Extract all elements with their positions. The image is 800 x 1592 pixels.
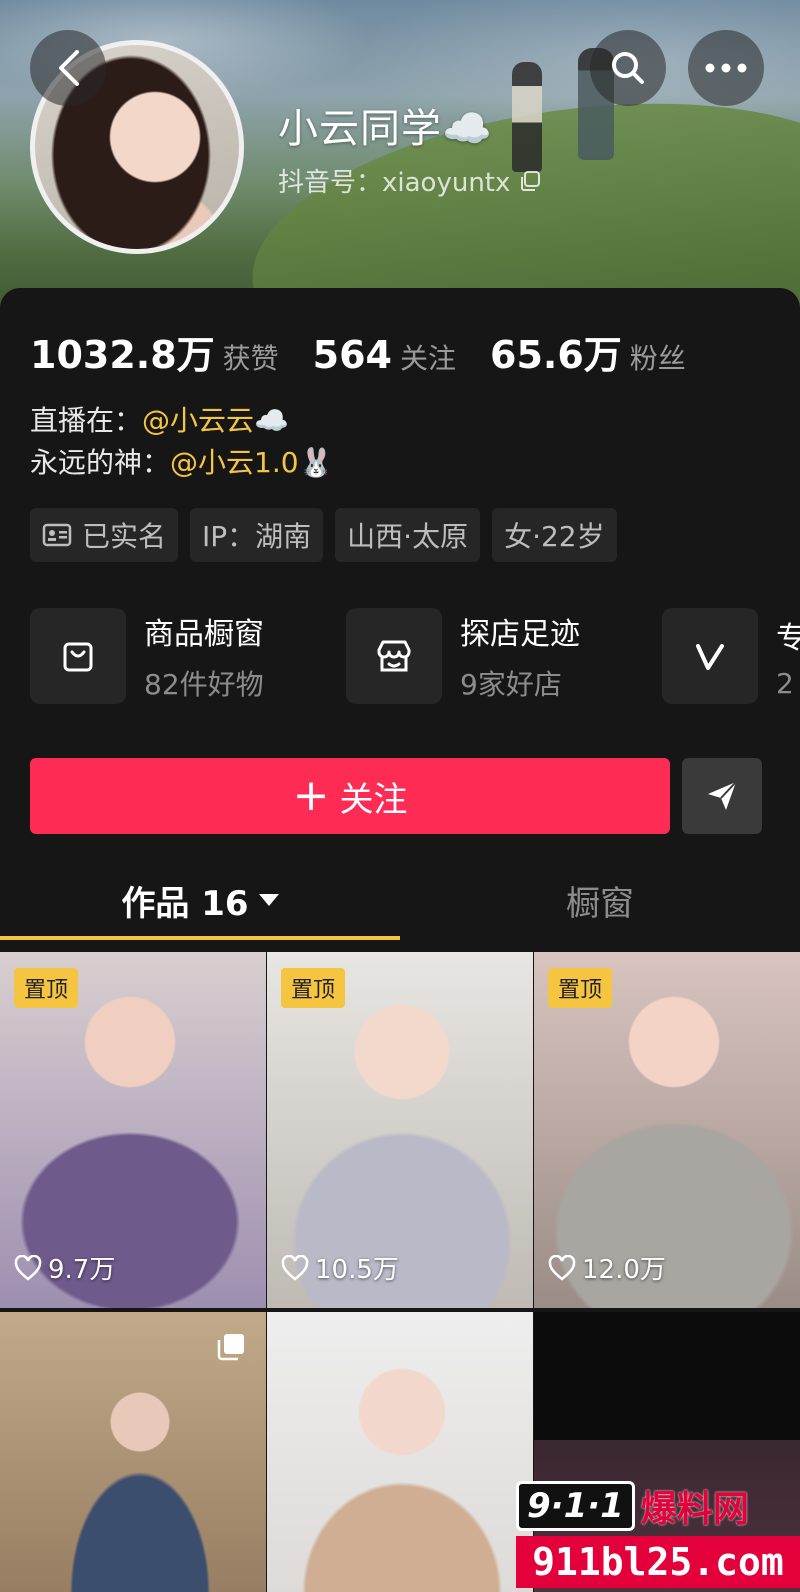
douyin-id-text: 抖音号：xiaoyuntx	[278, 168, 511, 198]
douyin-id[interactable]: 抖音号：xiaoyuntx	[278, 162, 542, 199]
tab-works-label: 作品 16	[121, 883, 249, 924]
service-text: 商品橱窗 82件好物	[144, 609, 264, 703]
service-subtitle: 82件好物	[144, 668, 264, 701]
copy-icon[interactable]	[518, 169, 542, 193]
likes-label: 获赞	[222, 342, 279, 375]
video-thumbnail[interactable]: 置顶 10.5万	[267, 952, 533, 1308]
video-thumbnail[interactable]	[267, 1312, 533, 1592]
mention-link[interactable]: @小云1.0🐰	[170, 446, 333, 479]
shopping-bag-icon	[30, 608, 126, 704]
service-text: 专 2	[776, 613, 800, 700]
watermark: 9·1·1 爆料网 911bl25.com	[516, 1480, 800, 1592]
service-store-visits[interactable]: 探店足迹 9家好店	[346, 608, 662, 704]
likes-text: 9.7万	[48, 1255, 116, 1285]
mention-link[interactable]: @小云云☁️	[142, 404, 289, 437]
more-dots-icon	[705, 63, 747, 73]
heart-icon	[281, 1254, 309, 1281]
watermark-logo: 9·1·1 爆料网	[516, 1480, 749, 1532]
bio-line: 直播在：@小云云☁️	[30, 400, 333, 442]
ip-tag: IP：湖南	[190, 508, 324, 562]
service-title: 专	[776, 620, 800, 656]
video-likes: 10.5万	[281, 1249, 399, 1286]
bio-line: 永远的神：@小云1.0🐰	[30, 442, 333, 484]
follow-button[interactable]: + 关注	[30, 758, 670, 834]
service-title: 探店足迹	[460, 617, 580, 652]
send-icon	[708, 781, 737, 810]
followers-count[interactable]: 65.6万	[490, 324, 622, 379]
cover-figure	[512, 62, 542, 172]
services-row: 商品橱窗 82件好物 探店足迹 9家好店 专 2	[30, 608, 800, 704]
watermark-logo-text: 爆料网	[640, 1489, 749, 1530]
pinned-badge: 置顶	[281, 968, 346, 1008]
caret-down-icon	[258, 894, 279, 906]
bio-prefix: 直播在：	[30, 404, 143, 437]
following-count[interactable]: 564	[313, 333, 392, 377]
video-thumbnail[interactable]	[0, 1312, 266, 1592]
chevron-left-icon	[59, 50, 79, 86]
stats-row: 1032.8万 获赞 564 关注 65.6万 粉丝	[30, 324, 720, 379]
verified-label: 已实名	[82, 520, 167, 553]
video-likes: 12.0万	[548, 1249, 666, 1286]
more-button[interactable]	[688, 30, 764, 106]
search-icon	[612, 52, 644, 84]
pinned-badge: 置顶	[14, 968, 79, 1008]
service-text: 探店足迹 9家好店	[460, 609, 580, 703]
likes-count: 1032.8万	[30, 333, 215, 377]
service-shop-window[interactable]: 商品橱窗 82件好物	[30, 608, 346, 704]
bio: 直播在：@小云云☁️ 永远的神：@小云1.0🐰	[30, 400, 333, 484]
likes-text: 10.5万	[315, 1255, 399, 1285]
multi-image-icon	[217, 1334, 244, 1361]
watermark-url: 911bl25.com	[516, 1536, 800, 1588]
location-label: 山西·太原	[347, 520, 469, 553]
likes-text: 12.0万	[582, 1255, 666, 1285]
pinned-badge: 置顶	[548, 968, 613, 1008]
location-tag: 山西·太原	[335, 508, 481, 562]
video-thumbnail[interactable]: 置顶 9.7万	[0, 952, 266, 1308]
share-button[interactable]	[682, 758, 762, 834]
id-card-icon	[42, 523, 72, 547]
tab-works[interactable]: 作品 16	[0, 860, 400, 940]
tab-showcase-label: 橱窗	[566, 883, 634, 924]
content-tabs: 作品 16 橱窗	[0, 860, 800, 940]
v-icon	[662, 608, 758, 704]
service-third[interactable]: 专 2	[662, 608, 800, 704]
heart-icon	[14, 1254, 42, 1281]
follow-label: 关注	[339, 779, 408, 820]
watermark-logo-number: 9·1·1	[516, 1481, 635, 1531]
service-subtitle: 9家好店	[460, 668, 562, 701]
search-button[interactable]	[590, 30, 666, 106]
service-subtitle: 2	[776, 666, 794, 700]
heart-icon	[548, 1254, 576, 1281]
tab-showcase[interactable]: 橱窗	[400, 860, 800, 940]
video-likes: 9.7万	[14, 1249, 115, 1286]
verified-tag: 已实名	[30, 508, 179, 562]
store-icon	[346, 608, 442, 704]
plus-icon: +	[292, 770, 330, 821]
bio-prefix: 永远的神：	[30, 446, 171, 479]
nickname: 小云同学☁️	[278, 106, 493, 152]
following-label[interactable]: 关注	[400, 337, 456, 377]
profile-tags: 已实名 IP：湖南 山西·太原 女·22岁	[30, 508, 617, 562]
video-thumbnail[interactable]: 置顶 12.0万	[534, 952, 800, 1308]
gender-age-label: 女·22岁	[504, 520, 605, 553]
back-button[interactable]	[30, 30, 106, 106]
followers-label[interactable]: 粉丝	[630, 337, 686, 377]
gender-age-tag: 女·22岁	[492, 508, 617, 562]
ip-label: IP：湖南	[202, 520, 312, 553]
service-title: 商品橱窗	[144, 617, 264, 652]
